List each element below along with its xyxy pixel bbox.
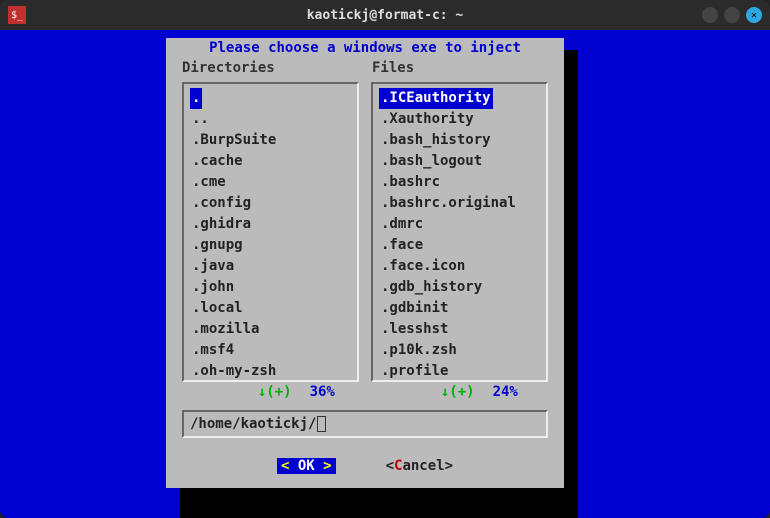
list-item[interactable]: .ICEauthority xyxy=(379,88,493,109)
lists-row: ....BurpSuite.cache.cme.config.ghidra.gn… xyxy=(166,76,564,384)
minimize-button[interactable] xyxy=(702,7,718,23)
path-row: /home/kaotickj/ xyxy=(166,400,564,444)
list-item[interactable]: .local xyxy=(190,298,351,319)
list-item[interactable]: .face.icon xyxy=(379,256,540,277)
list-item[interactable]: .config xyxy=(190,193,351,214)
directories-list[interactable]: ....BurpSuite.cache.cme.config.ghidra.gn… xyxy=(182,82,359,382)
maximize-button[interactable] xyxy=(724,7,740,23)
list-item[interactable]: .bash_history xyxy=(379,130,540,151)
path-value: /home/kaotickj/ xyxy=(190,416,316,432)
list-item[interactable]: .bashrc.original xyxy=(379,193,540,214)
list-item[interactable]: .. xyxy=(190,109,351,130)
dialog-title: Please choose a windows exe to inject xyxy=(166,38,564,60)
file-scroll: ↓(+) 24% xyxy=(365,384,548,400)
files-header: Files xyxy=(372,60,414,76)
titlebar: $_ kaotickj@format-c: ~ ✕ xyxy=(0,0,770,30)
list-item[interactable]: .p10k.zsh xyxy=(379,340,540,361)
list-item[interactable]: .cme xyxy=(190,172,351,193)
list-item[interactable]: .msf4 xyxy=(190,340,351,361)
down-arrow-icon: ↓(+) xyxy=(441,384,475,400)
path-input[interactable]: /home/kaotickj/ xyxy=(182,410,548,438)
list-item[interactable]: .face xyxy=(379,235,540,256)
list-item[interactable]: .gdbinit xyxy=(379,298,540,319)
list-item[interactable]: .mozilla xyxy=(190,319,351,340)
window-controls: ✕ xyxy=(702,7,762,23)
list-item[interactable]: .profile xyxy=(379,361,540,382)
list-item[interactable]: .lesshst xyxy=(379,319,540,340)
dialog-buttons: < OK > <Cancel> xyxy=(166,444,564,488)
list-item[interactable]: .gdb_history xyxy=(379,277,540,298)
list-item[interactable]: .dmrc xyxy=(379,214,540,235)
files-list[interactable]: .ICEauthority.Xauthority.bash_history.ba… xyxy=(371,82,548,382)
column-headers: Directories Files xyxy=(166,60,564,76)
close-button[interactable]: ✕ xyxy=(746,7,762,23)
list-item[interactable]: . xyxy=(190,88,202,109)
down-arrow-icon: ↓(+) xyxy=(258,384,292,400)
list-item[interactable]: .oh-my-zsh xyxy=(190,361,351,382)
list-item[interactable]: .cache xyxy=(190,151,351,172)
list-item[interactable]: .java xyxy=(190,256,351,277)
file-scroll-percent: 24% xyxy=(493,384,518,400)
directories-header: Directories xyxy=(182,60,372,76)
cancel-button[interactable]: <Cancel> xyxy=(386,458,453,474)
list-item[interactable]: .ghidra xyxy=(190,214,351,235)
app-icon: $_ xyxy=(8,6,26,24)
file-chooser-dialog: Please choose a windows exe to inject Di… xyxy=(166,38,564,488)
scroll-indicators: ↓(+) 36% ↓(+) 24% xyxy=(166,384,564,400)
list-item[interactable]: .BurpSuite xyxy=(190,130,351,151)
terminal-body: Please choose a windows exe to inject Di… xyxy=(0,30,770,518)
window-title: kaotickj@format-c: ~ xyxy=(307,8,464,23)
list-item[interactable]: .bashrc xyxy=(379,172,540,193)
dir-scroll-percent: 36% xyxy=(310,384,335,400)
text-cursor xyxy=(317,416,326,432)
list-item[interactable]: .gnupg xyxy=(190,235,351,256)
ok-button[interactable]: < OK > xyxy=(277,458,336,474)
terminal-window: $_ kaotickj@format-c: ~ ✕ Please choose … xyxy=(0,0,770,518)
list-item[interactable]: .john xyxy=(190,277,351,298)
dir-scroll: ↓(+) 36% xyxy=(182,384,365,400)
list-item[interactable]: .Xauthority xyxy=(379,109,540,130)
list-item[interactable]: .bash_logout xyxy=(379,151,540,172)
